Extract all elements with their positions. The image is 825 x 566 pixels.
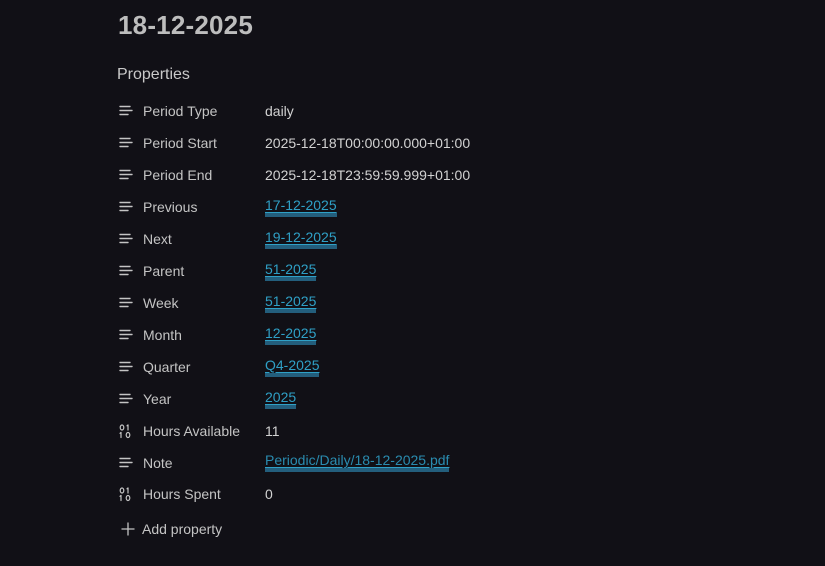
property-key[interactable]: Month xyxy=(143,327,265,343)
property-row-hours-available[interactable]: Hours Available 11 xyxy=(117,415,717,447)
property-key[interactable]: Period Start xyxy=(143,135,265,151)
text-lines-icon[interactable] xyxy=(118,391,134,407)
property-row-year[interactable]: Year 2025 xyxy=(117,383,717,415)
property-key[interactable]: Period End xyxy=(143,167,265,183)
add-property-button[interactable]: Add property xyxy=(117,517,222,541)
note-view: 18-12-2025 Properties Period Type daily … xyxy=(0,0,825,566)
property-row-quarter[interactable]: Quarter Q4-2025 xyxy=(117,351,717,383)
property-link-value[interactable]: 51-2025 xyxy=(265,293,317,313)
property-row-period-end[interactable]: Period End 2025-12-18T23:59:59.999+01:00 xyxy=(117,159,717,191)
property-key[interactable]: Year xyxy=(143,391,265,407)
text-lines-icon[interactable] xyxy=(118,295,134,311)
text-lines-icon[interactable] xyxy=(118,231,134,247)
text-lines-icon[interactable] xyxy=(118,103,134,119)
property-row-month[interactable]: Month 12-2025 xyxy=(117,319,717,351)
property-row-parent[interactable]: Parent 51-2025 xyxy=(117,255,717,287)
note-title[interactable]: 18-12-2025 xyxy=(118,8,253,42)
properties-list: Period Type daily Period Start 2025-12-1… xyxy=(117,95,717,510)
text-lines-icon[interactable] xyxy=(118,359,134,375)
binary-number-icon[interactable] xyxy=(118,423,134,439)
property-link-value[interactable]: 51-2025 xyxy=(265,261,317,281)
property-value[interactable]: 2025-12-18T00:00:00.000+01:00 xyxy=(265,135,470,151)
property-key[interactable]: Hours Spent xyxy=(143,486,265,502)
property-file-link[interactable]: Periodic/Daily/18-12-2025.pdf xyxy=(265,453,450,472)
binary-number-icon[interactable] xyxy=(118,486,134,502)
property-link-value[interactable]: Q4-2025 xyxy=(265,357,320,377)
property-row-note[interactable]: Note Periodic/Daily/18-12-2025.pdf xyxy=(117,447,717,478)
property-value[interactable]: daily xyxy=(265,103,294,119)
text-lines-icon[interactable] xyxy=(118,135,134,151)
property-key[interactable]: Period Type xyxy=(143,103,265,119)
property-key[interactable]: Previous xyxy=(143,199,265,215)
property-row-hours-spent[interactable]: Hours Spent 0 xyxy=(117,478,717,510)
text-lines-icon[interactable] xyxy=(118,327,134,343)
property-row-next[interactable]: Next 19-12-2025 xyxy=(117,223,717,255)
property-row-period-type[interactable]: Period Type daily xyxy=(117,95,717,127)
property-link-value[interactable]: 17-12-2025 xyxy=(265,197,337,217)
property-value[interactable]: 2025-12-18T23:59:59.999+01:00 xyxy=(265,167,470,183)
text-lines-icon[interactable] xyxy=(118,455,134,471)
plus-icon xyxy=(120,521,136,537)
text-lines-icon[interactable] xyxy=(118,263,134,279)
property-key[interactable]: Hours Available xyxy=(143,423,265,439)
property-row-week[interactable]: Week 51-2025 xyxy=(117,287,717,319)
property-link-value[interactable]: 19-12-2025 xyxy=(265,229,337,249)
add-property-label: Add property xyxy=(142,521,223,537)
properties-heading[interactable]: Properties xyxy=(117,65,190,85)
property-link-value[interactable]: 12-2025 xyxy=(265,325,317,345)
property-key[interactable]: Next xyxy=(143,231,265,247)
text-lines-icon[interactable] xyxy=(118,199,134,215)
property-key[interactable]: Week xyxy=(143,295,265,311)
text-lines-icon[interactable] xyxy=(118,167,134,183)
property-key[interactable]: Note xyxy=(143,455,265,471)
property-value[interactable]: 0 xyxy=(265,486,273,502)
property-row-period-start[interactable]: Period Start 2025-12-18T00:00:00.000+01:… xyxy=(117,127,717,159)
property-key[interactable]: Parent xyxy=(143,263,265,279)
property-row-previous[interactable]: Previous 17-12-2025 xyxy=(117,191,717,223)
property-key[interactable]: Quarter xyxy=(143,359,265,375)
property-value[interactable]: 11 xyxy=(265,423,280,439)
property-link-value[interactable]: 2025 xyxy=(265,389,297,409)
